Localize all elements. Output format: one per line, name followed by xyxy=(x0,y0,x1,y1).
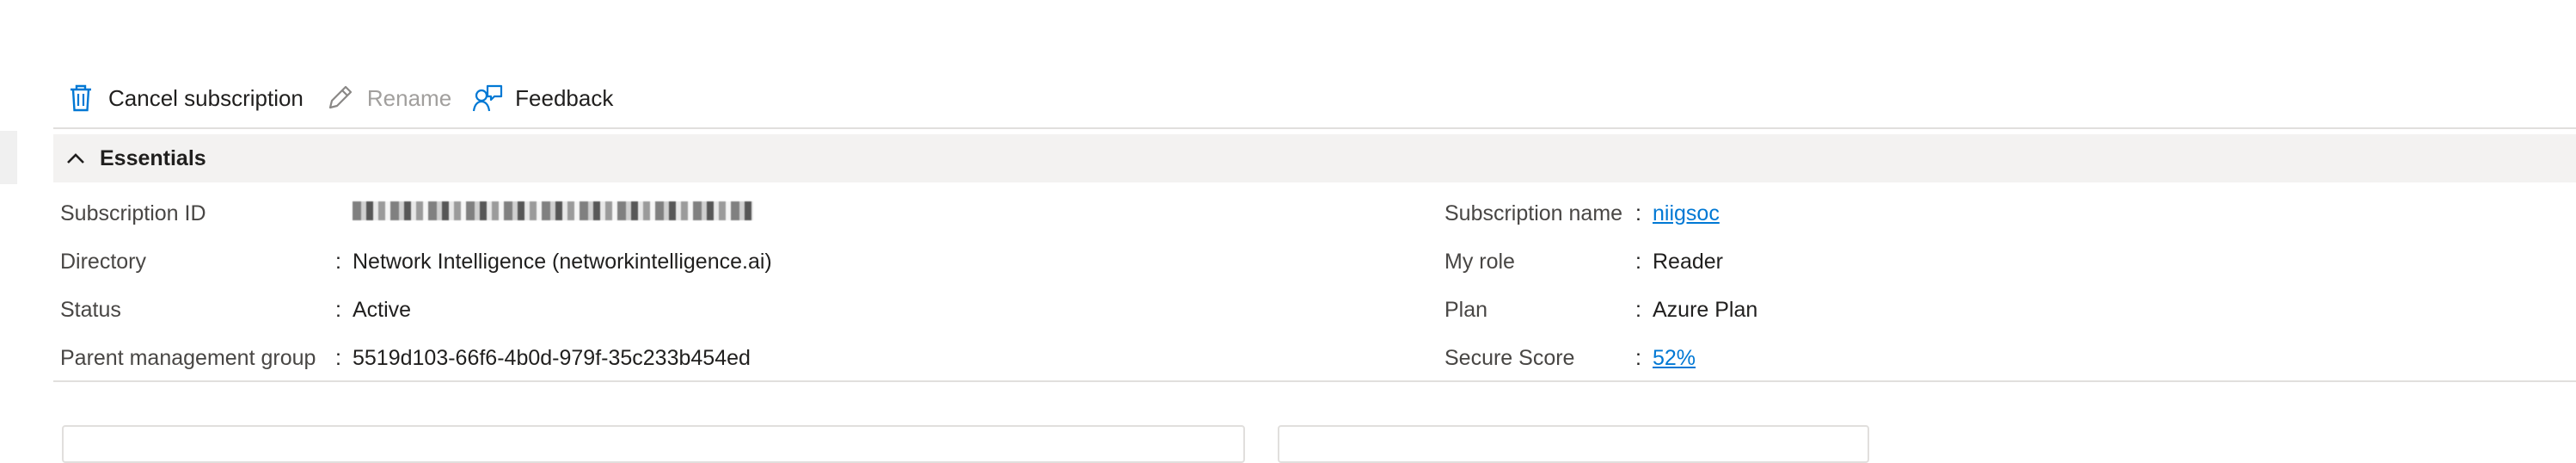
prop-separator: : xyxy=(335,297,341,322)
card-panel xyxy=(62,425,1245,463)
essentials-divider xyxy=(53,380,2576,382)
rename-button[interactable]: Rename xyxy=(322,74,470,122)
prop-separator: : xyxy=(1635,297,1641,322)
prop-subscription-id: Subscription ID xyxy=(60,189,772,238)
prop-separator: : xyxy=(335,249,341,274)
status-value: Active xyxy=(353,297,412,322)
redacted-value xyxy=(353,201,753,220)
subscription-name-link[interactable]: niigsoc xyxy=(1653,201,1720,226)
prop-separator: : xyxy=(1635,345,1641,370)
my-role-value: Reader xyxy=(1653,249,1723,274)
feedback-icon xyxy=(470,81,505,115)
prop-key: Parent management group xyxy=(60,345,316,370)
plan-value: Azure Plan xyxy=(1653,297,1758,322)
prop-subscription-name: Subscription name : niigsoc xyxy=(1444,189,1757,238)
prop-my-role: My role : Reader xyxy=(1444,238,1757,286)
parent-management-group-value: 5519d103-66f6-4b0d-979f-35c233b454ed xyxy=(353,345,751,370)
feedback-label: Feedback xyxy=(515,84,614,111)
chevron-up-icon[interactable] xyxy=(60,143,91,174)
prop-plan: Plan : Azure Plan xyxy=(1444,286,1757,334)
prop-key: Plan xyxy=(1444,297,1488,322)
prop-status: Status : Active xyxy=(60,286,772,334)
cancel-subscription-button[interactable]: Cancel subscription xyxy=(64,74,322,122)
secure-score-link[interactable]: 52% xyxy=(1653,346,1696,371)
prop-directory: Directory : Network Intelligence (networ… xyxy=(60,238,772,286)
toolbar-divider xyxy=(53,127,2576,129)
feedback-button[interactable]: Feedback xyxy=(470,74,632,122)
command-bar: Cancel subscription Rename Feedback xyxy=(64,74,632,122)
prop-separator: : xyxy=(1635,249,1641,274)
left-nav-stub xyxy=(0,131,17,184)
essentials-title: Essentials xyxy=(100,145,206,170)
trash-icon xyxy=(64,81,98,115)
cancel-subscription-label: Cancel subscription xyxy=(108,84,304,111)
prop-secure-score: Secure Score : 52% xyxy=(1444,334,1757,382)
subscription-id-value xyxy=(353,201,753,226)
prop-separator: : xyxy=(335,345,341,370)
card-panel xyxy=(1278,425,1869,463)
pencil-icon xyxy=(322,81,357,115)
prop-key: Secure Score xyxy=(1444,345,1575,370)
rename-label: Rename xyxy=(366,84,452,111)
essentials-right-column: Subscription name : niigsoc My role : Re… xyxy=(1444,189,1757,382)
prop-key: Directory xyxy=(60,249,147,274)
prop-key: Subscription name xyxy=(1444,201,1623,225)
prop-parent-management-group: Parent management group : 5519d103-66f6-… xyxy=(60,334,772,382)
essentials-header[interactable]: Essentials xyxy=(53,134,2576,182)
prop-separator: : xyxy=(1635,201,1641,225)
prop-key: Status xyxy=(60,297,121,322)
directory-value: Network Intelligence (networkintelligenc… xyxy=(353,249,772,274)
essentials-left-column: Subscription ID Directory : Network Inte… xyxy=(60,189,772,382)
prop-key: My role xyxy=(1444,249,1515,274)
prop-key: Subscription ID xyxy=(60,201,206,225)
